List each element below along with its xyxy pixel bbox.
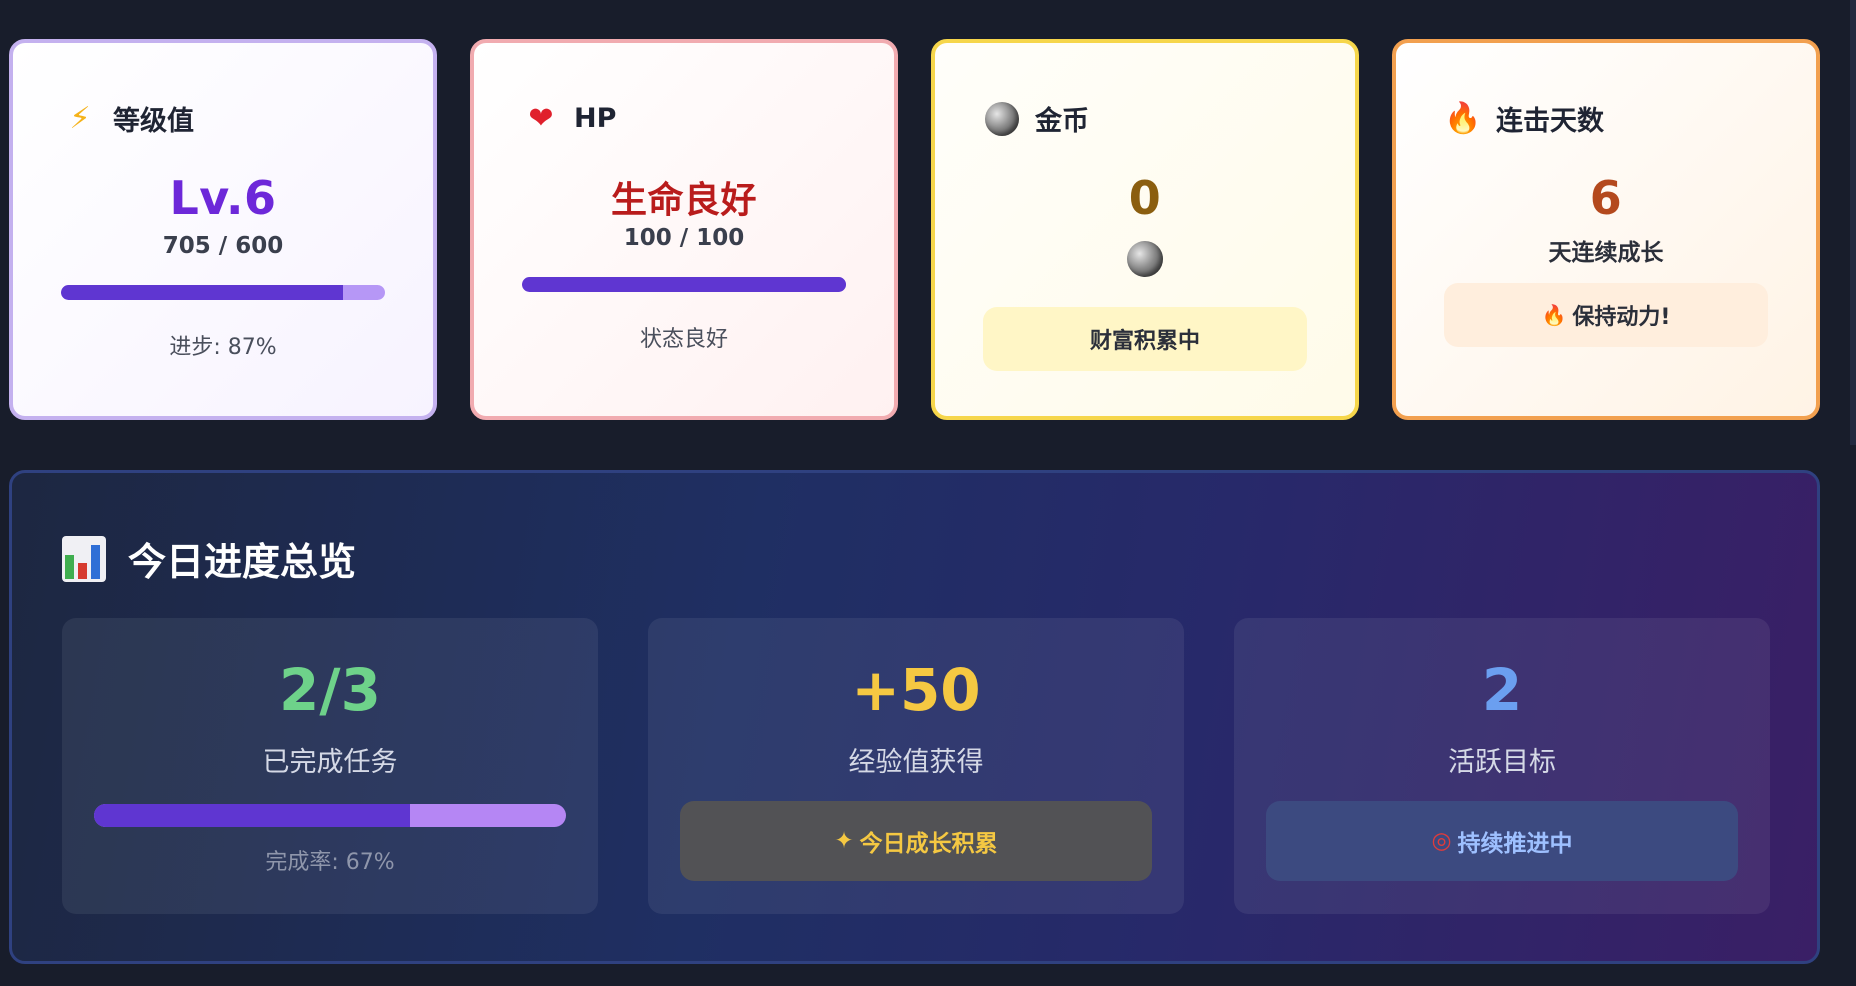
target-icon: ◎ [1431,828,1452,854]
hp-card-header: ❤ HP [522,99,616,137]
tasks-completed-label: 已完成任务 [262,747,398,778]
coin-status-pill: 财富积累中 [983,307,1307,371]
streak-status-text: 保持动力! [1572,305,1671,330]
coin-status-text: 财富积累中 [1089,329,1200,354]
coin-icon [1127,241,1163,277]
scrollbar[interactable] [1850,0,1856,445]
level-card: ⚡ 等级值 Lv.6 705 / 600 进步: 87% [9,39,437,420]
fire-icon: 🔥 [1541,303,1567,327]
xp-gained-tile: +50 经验值获得 ✦ 今日成长积累 [648,618,1184,914]
level-xp-detail: 705 / 600 [162,233,284,259]
xp-gained-value: +50 [851,656,981,724]
tasks-progress-fill [94,804,411,827]
active-goals-tile: 2 活跃目标 ◎ 持续推进中 [1234,618,1770,914]
level-value: Lv.6 [169,171,277,225]
hp-card-title: HP [574,102,617,134]
lightning-icon: ⚡ [69,101,91,136]
sparkle-star-icon: ✦ [834,828,854,854]
coin-card-header: 金币 [983,99,1089,138]
streak-detail: 天连续成长 [1548,240,1664,266]
coin-value: 0 [1128,171,1162,225]
goals-status-text: 持续推进中 [1457,831,1573,857]
level-card-header: ⚡ 等级值 [61,99,194,138]
active-goals-label: 活跃目标 [1448,747,1556,778]
streak-card-title: 连击天数 [1496,106,1604,137]
tasks-completed-value: 2/3 [279,656,381,724]
level-card-title: 等级值 [113,106,194,137]
bar-chart-icon [62,535,106,582]
heart-icon: ❤ [528,100,554,136]
xp-gained-label: 经验值获得 [848,747,984,778]
level-progress-text: 进步: 87% [169,335,277,360]
active-goals-value: 2 [1481,656,1523,724]
overview-header: 今日进度总览 [62,531,356,586]
fire-icon: 🔥 [1444,101,1482,136]
hp-card: ❤ HP 生命良好 100 / 100 状态良好 [470,39,898,420]
streak-card: 🔥 连击天数 6 天连续成长 🔥 保持动力! [1392,39,1820,420]
tasks-progress-bar [94,804,566,827]
goals-status-pill: ◎ 持续推进中 [1266,801,1738,881]
tasks-completed-tile: 2/3 已完成任务 完成率: 67% [62,618,598,914]
streak-card-header: 🔥 连击天数 [1444,99,1604,138]
overview-title: 今日进度总览 [128,540,357,584]
hp-progress-bar [522,277,846,292]
coin-card-title: 金币 [1035,106,1089,137]
hp-progress-fill [522,277,846,292]
hp-detail: 100 / 100 [623,225,745,251]
coin-card: 金币 0 财富积累中 [931,39,1359,420]
hp-status-value: 生命良好 [610,180,757,221]
hp-status-text: 状态良好 [639,327,728,352]
level-progress-fill [61,285,343,300]
streak-status-pill: 🔥 保持动力! [1444,283,1768,347]
level-progress-bar [61,285,385,300]
xp-status-pill: ✦ 今日成长积累 [680,801,1152,881]
streak-value: 6 [1589,171,1623,225]
tasks-completion-rate: 完成率: 67% [265,850,395,875]
coin-icon [985,101,1019,136]
xp-status-text: 今日成长积累 [859,831,998,857]
daily-overview-panel: 今日进度总览 2/3 已完成任务 完成率: 67% +50 经验值获得 ✦ 今日… [9,470,1820,964]
